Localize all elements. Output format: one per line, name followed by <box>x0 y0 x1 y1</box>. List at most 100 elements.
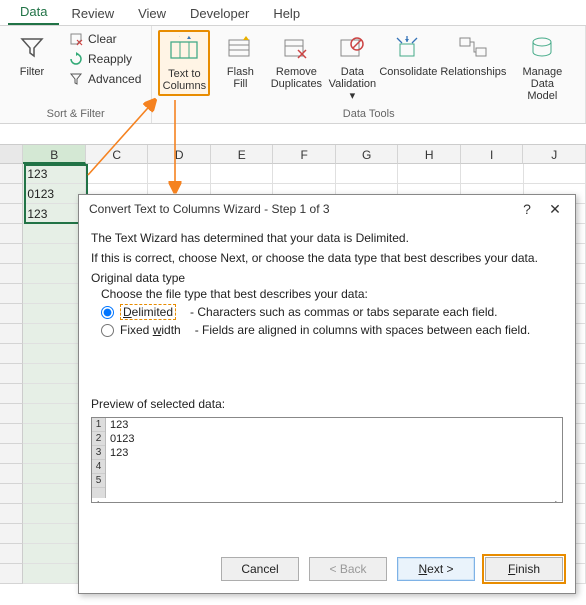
select-all-corner[interactable] <box>0 145 23 164</box>
cell[interactable] <box>23 344 86 364</box>
consolidate-button[interactable]: Consolidate <box>382 30 434 80</box>
filter-button[interactable]: Filter <box>6 30 58 80</box>
row-header[interactable] <box>0 184 23 204</box>
cell[interactable] <box>273 164 336 184</box>
row-header[interactable] <box>0 224 23 244</box>
cell[interactable] <box>23 524 86 544</box>
tab-developer[interactable]: Developer <box>178 2 261 25</box>
cell[interactable] <box>23 464 86 484</box>
next-button[interactable]: Next >Next > <box>397 557 475 581</box>
col-header-d[interactable]: D <box>148 145 211 164</box>
cell[interactable]: 0123 <box>23 184 86 204</box>
cell[interactable] <box>524 164 586 184</box>
col-header-i[interactable]: I <box>461 145 524 164</box>
cell[interactable] <box>23 564 86 584</box>
row-header[interactable] <box>0 524 23 544</box>
cell[interactable] <box>23 504 86 524</box>
dialog-body: The Text Wizard has determined that your… <box>79 223 575 547</box>
cell[interactable] <box>23 424 86 444</box>
row-header[interactable] <box>0 344 23 364</box>
consolidate-icon <box>392 32 424 64</box>
cell[interactable] <box>148 164 211 184</box>
remove-duplicates-icon <box>280 32 312 64</box>
relationships-button[interactable]: Relationships <box>438 30 508 80</box>
preview-scrollbar[interactable]: ◂▸ <box>92 498 562 503</box>
reapply-button[interactable]: Reapply <box>64 50 145 68</box>
col-header-j[interactable]: J <box>523 145 586 164</box>
advanced-button[interactable]: Advanced <box>64 70 145 88</box>
row-header[interactable] <box>0 284 23 304</box>
row-header[interactable] <box>0 464 23 484</box>
text-to-columns-icon <box>168 34 200 66</box>
cell[interactable] <box>23 244 86 264</box>
dialog-title: Convert Text to Columns Wizard - Step 1 … <box>89 202 513 216</box>
cell[interactable] <box>23 384 86 404</box>
row-header[interactable] <box>0 324 23 344</box>
row-header[interactable] <box>0 364 23 384</box>
col-header-h[interactable]: H <box>398 145 461 164</box>
cell[interactable] <box>23 264 86 284</box>
row-header[interactable] <box>0 504 23 524</box>
remove-duplicates-button[interactable]: RemoveDuplicates <box>270 30 322 92</box>
row-header[interactable] <box>0 544 23 564</box>
radio-fixed-width-input[interactable] <box>101 324 114 337</box>
radio-delimited-input[interactable] <box>101 306 114 319</box>
row-header[interactable] <box>0 264 23 284</box>
group-label-sort-filter: Sort & Filter <box>4 106 147 123</box>
finish-button[interactable]: FinishFinish <box>485 557 563 581</box>
row-header[interactable] <box>0 204 23 224</box>
relationships-icon <box>457 32 489 64</box>
col-header-e[interactable]: E <box>211 145 274 164</box>
tab-view[interactable]: View <box>126 2 178 25</box>
text-to-columns-wizard-dialog: Convert Text to Columns Wizard - Step 1 … <box>78 194 576 594</box>
row-header[interactable] <box>0 384 23 404</box>
cell[interactable] <box>23 304 86 324</box>
cell[interactable] <box>461 164 524 184</box>
cell[interactable] <box>23 364 86 384</box>
row-header[interactable] <box>0 244 23 264</box>
cell[interactable] <box>23 444 86 464</box>
cell[interactable] <box>23 324 86 344</box>
radio-fixed-width[interactable]: Fixed widthFixed width - Fields are alig… <box>101 323 563 337</box>
group-data-tools: Text toColumns FlashFill RemoveDuplicate… <box>152 26 586 123</box>
cell[interactable] <box>23 544 86 564</box>
cell[interactable] <box>23 284 86 304</box>
col-header-f[interactable]: F <box>273 145 336 164</box>
cancel-button[interactable]: Cancel <box>221 557 299 581</box>
clear-button[interactable]: Clear <box>64 30 145 48</box>
row-header[interactable] <box>0 564 23 584</box>
cell[interactable] <box>211 164 274 184</box>
ribbon: Filter Clear Reapply Advanced Sort & Fil… <box>0 26 586 124</box>
data-validation-button[interactable]: DataValidation ▾ <box>326 30 378 104</box>
cell[interactable]: 123 <box>23 164 86 184</box>
cell[interactable] <box>23 484 86 504</box>
help-button[interactable]: ? <box>513 201 541 217</box>
tab-help[interactable]: Help <box>261 2 312 25</box>
radio-delimited[interactable]: DDelimitedelimited - Characters such as … <box>101 304 563 320</box>
data-model-icon <box>526 32 558 64</box>
row-header[interactable] <box>0 424 23 444</box>
col-header-b[interactable]: B <box>23 145 86 164</box>
row-header[interactable] <box>0 404 23 424</box>
tab-review[interactable]: Review <box>59 2 126 25</box>
cell[interactable]: 123 <box>23 204 86 224</box>
text-to-columns-button[interactable]: Text toColumns <box>158 30 210 96</box>
close-button[interactable]: ✕ <box>541 201 569 218</box>
flash-fill-button[interactable]: FlashFill <box>214 30 266 92</box>
cell[interactable] <box>23 224 86 244</box>
chevron-down-icon: ▾ <box>350 90 356 102</box>
cell[interactable] <box>398 164 461 184</box>
row-header[interactable] <box>0 444 23 464</box>
tab-data[interactable]: Data <box>8 0 59 25</box>
col-header-c[interactable]: C <box>86 145 149 164</box>
cell[interactable] <box>336 164 399 184</box>
manage-data-model-button[interactable]: ManageData Model <box>512 30 572 104</box>
back-button[interactable]: < Back <box>309 557 387 581</box>
row-header[interactable] <box>0 304 23 324</box>
cell[interactable] <box>23 404 86 424</box>
cell[interactable] <box>86 164 149 184</box>
group-sort-filter: Filter Clear Reapply Advanced Sort & Fil… <box>0 26 152 123</box>
row-header[interactable] <box>0 484 23 504</box>
row-header[interactable] <box>0 164 23 184</box>
col-header-g[interactable]: G <box>336 145 399 164</box>
